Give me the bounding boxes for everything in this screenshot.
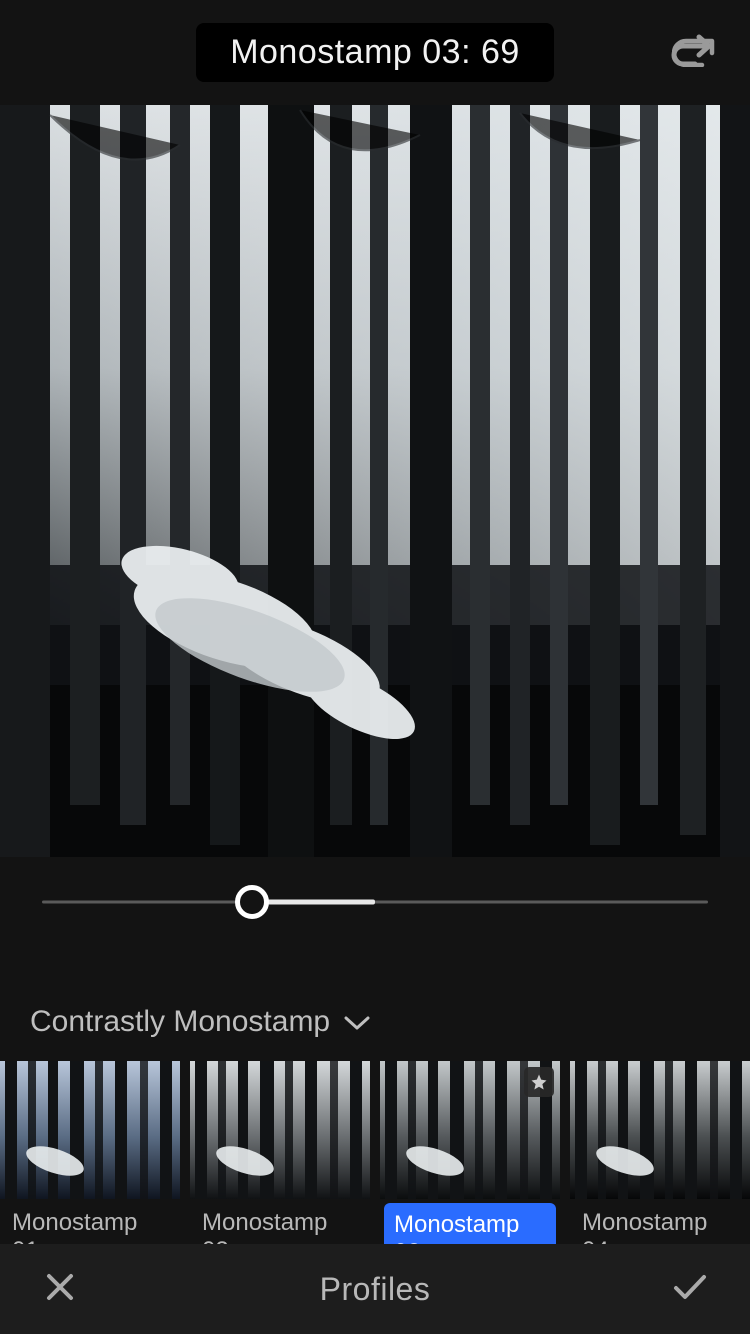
cancel-button[interactable] [36,1265,84,1313]
image-preview[interactable] [0,105,750,857]
intensity-slider-area [0,857,750,947]
star-icon [530,1073,548,1091]
close-icon [45,1272,75,1307]
chevron-down-icon [344,1005,370,1039]
header-bar: Monostamp 03: 69 [0,0,750,105]
confirm-button[interactable] [666,1265,714,1313]
profile-category-label: Contrastly Monostamp [30,1005,330,1039]
slider-thumb[interactable] [235,885,269,919]
profile-value-label: Monostamp 03: 69 [230,33,520,71]
preset-thumb[interactable]: Monostamp 04 [570,1061,750,1275]
preset-thumb[interactable]: Monostamp 03 [380,1061,560,1275]
preset-thumb[interactable]: Monostamp 01 [0,1061,180,1275]
favorite-badge [524,1067,554,1097]
slider-track [42,901,708,904]
preset-thumb-image [0,1061,180,1199]
preset-thumb[interactable]: Monostamp 02 [190,1061,370,1275]
preset-thumb-image [190,1061,370,1199]
preset-thumb-image [570,1061,750,1199]
slider-track-active [252,900,375,905]
undo-button[interactable] [668,27,720,79]
profile-value-pill: Monostamp 03: 69 [196,23,554,82]
intensity-slider[interactable] [42,882,708,922]
bottom-bar-title: Profiles [320,1271,431,1308]
check-icon [673,1273,707,1306]
preset-thumb-image [380,1061,560,1199]
bottom-bar: Profiles [0,1244,750,1334]
undo-icon [671,34,717,71]
profile-category-dropdown[interactable]: Contrastly Monostamp [0,947,750,1061]
preset-thumbnail-strip[interactable]: Monostamp 01Monostamp 02Monostamp 03Mono… [0,1061,750,1275]
forest-preview-svg [0,105,750,857]
